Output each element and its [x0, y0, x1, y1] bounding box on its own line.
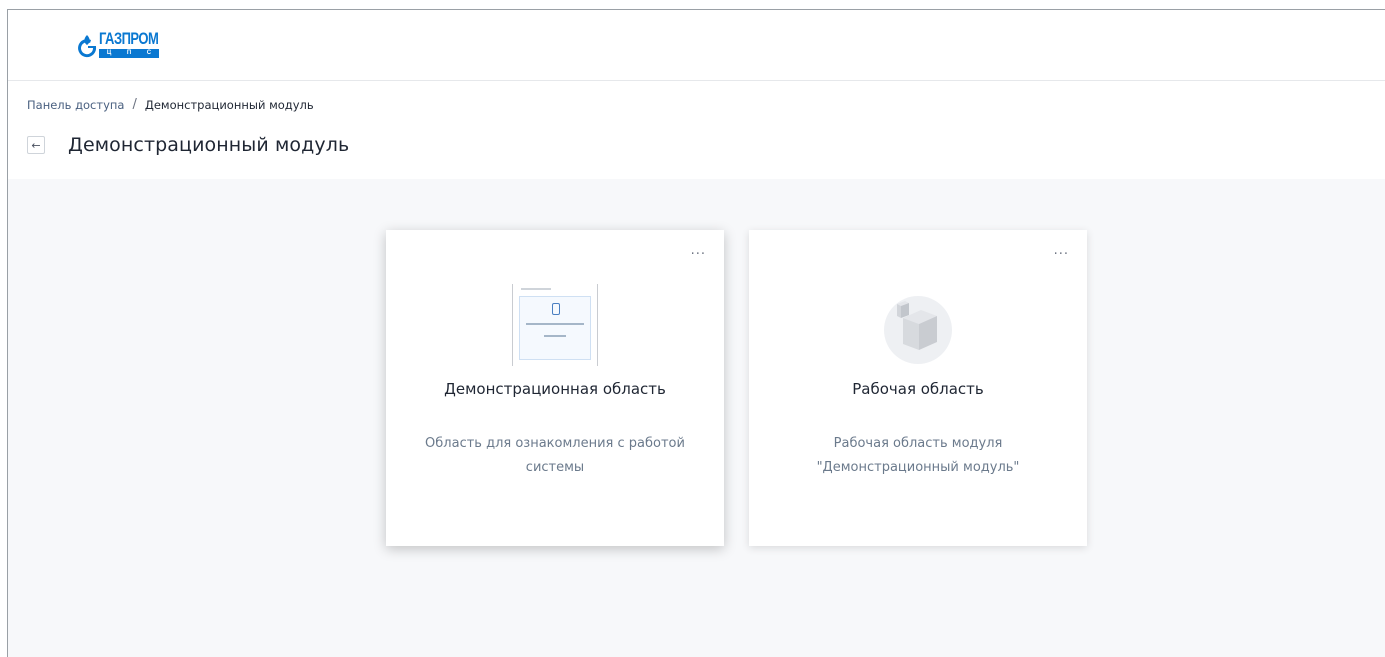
- card-title: Демонстрационная область: [444, 380, 666, 398]
- logo-sub-letter: Ц: [106, 50, 112, 56]
- card-description: Рабочая область модуля "Демонстрационный…: [816, 436, 1020, 475]
- document-preview-icon: [512, 284, 598, 370]
- cube-icon: [875, 284, 961, 370]
- card-more-menu-button[interactable]: ...: [1054, 243, 1069, 258]
- breadcrumb-current: Демонстрационный модуль: [144, 97, 314, 112]
- gazprom-logo[interactable]: ГАЗПРОМ Ц П С: [76, 29, 159, 59]
- page-header: Панель доступа / Демонстрационный модуль…: [8, 81, 1385, 180]
- card-title: Рабочая область: [852, 380, 984, 398]
- card-demo-area[interactable]: ... Демонстрационная область Область для…: [386, 230, 724, 546]
- card-work-area[interactable]: ... Рабочая область Рабочая область моду…: [749, 230, 1087, 546]
- arrow-left-icon: ←: [31, 138, 41, 152]
- title-row: ← Демонстрационный модуль: [27, 134, 349, 156]
- logo-sub-letter: С: [146, 50, 152, 56]
- top-bar: ГАЗПРОМ Ц П С: [8, 10, 1385, 81]
- logo-subtitle: Ц П С: [99, 49, 159, 58]
- logo-wordmark: ГАЗПРОМ: [99, 29, 159, 48]
- content-area: ... Демонстрационная область Область для…: [8, 179, 1385, 657]
- logo-sub-letter: П: [126, 50, 132, 56]
- card-more-menu-button[interactable]: ...: [691, 243, 706, 258]
- back-button[interactable]: ←: [27, 136, 45, 154]
- gazprom-flame-icon: [78, 35, 97, 58]
- breadcrumb-separator: /: [132, 97, 137, 112]
- breadcrumb-root-link[interactable]: Панель доступа: [27, 98, 124, 112]
- app-frame: ГАЗПРОМ Ц П С Панель доступа / Демонстра…: [7, 9, 1385, 657]
- breadcrumb: Панель доступа / Демонстрационный модуль: [27, 97, 314, 112]
- page-title: Демонстрационный модуль: [68, 134, 350, 156]
- card-description: Область для ознакомления с работой систе…: [425, 436, 685, 475]
